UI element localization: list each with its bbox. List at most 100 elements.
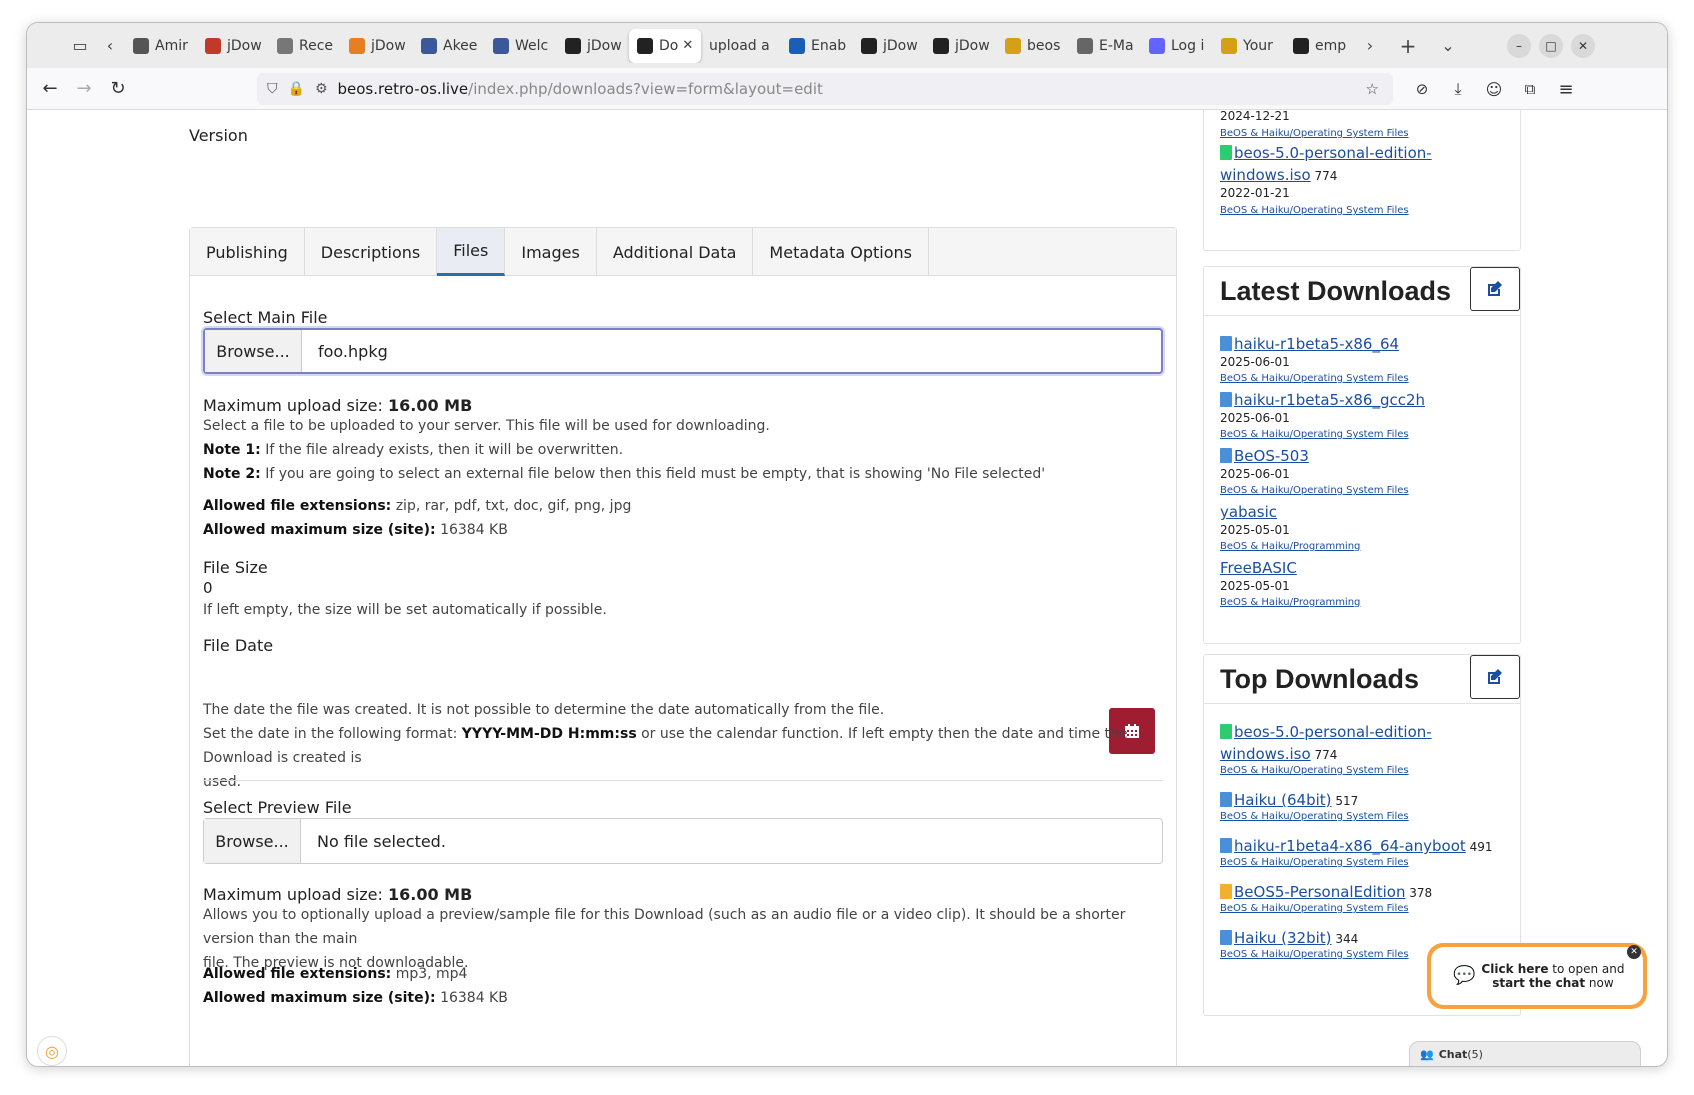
item-date: 2025-06-01 — [1220, 411, 1290, 425]
list-item: BeOS5-PersonalEdition 378 — [1220, 881, 1432, 904]
lock-icon[interactable]: 🔒 — [288, 81, 305, 97]
tab-descriptions[interactable]: Descriptions — [305, 228, 438, 276]
browser-tab[interactable]: jDow — [557, 29, 629, 63]
browser-tab[interactable]: jDow — [341, 29, 413, 63]
download-link[interactable]: windows.iso — [1220, 745, 1311, 763]
tab-label: Akee — [443, 37, 478, 54]
maximize-icon[interactable]: □ — [1539, 33, 1563, 58]
tab-favicon-icon — [1221, 37, 1237, 54]
download-link[interactable]: BeOS5-PersonalEdition — [1234, 883, 1405, 901]
item-category[interactable]: BeOS & Haiku/Operating System Files — [1220, 949, 1409, 960]
page-scrollbar[interactable] — [1667, 410, 1668, 1050]
tab-manager-icon[interactable]: ▭ — [65, 31, 95, 61]
item-category[interactable]: BeOS & Haiku/Operating System Files — [1220, 205, 1409, 216]
download-link[interactable]: beos-5.0-personal-edition- — [1234, 144, 1432, 162]
tab-additional-data[interactable]: Additional Data — [597, 228, 754, 276]
tab-metadata-options[interactable]: Metadata Options — [753, 228, 930, 276]
cookie-icon[interactable]: ◎ — [37, 1036, 67, 1066]
item-category[interactable]: BeOS & Haiku/Programming — [1220, 541, 1360, 552]
download-link[interactable]: haiku-r1beta5-x86_gcc2h — [1234, 391, 1425, 409]
item-category[interactable]: BeOS & Haiku/Operating System Files — [1220, 765, 1409, 776]
item-category[interactable]: BeOS & Haiku/Operating System Files — [1220, 903, 1409, 914]
browser-tab[interactable]: jDow — [853, 29, 925, 63]
tab-favicon-icon — [789, 37, 805, 54]
browser-tab[interactable]: Your — [1213, 29, 1285, 63]
list-tabs-icon[interactable]: ⌄ — [1433, 31, 1463, 61]
download-link[interactable]: beos-5.0-personal-edition- — [1234, 723, 1432, 741]
download-link[interactable]: Haiku (32bit) — [1234, 929, 1332, 947]
file-size-value[interactable]: 0 — [203, 576, 213, 600]
tab-publishing[interactable]: Publishing — [190, 228, 305, 276]
url-path: /index.php/downloads?view=form&layout=ed… — [468, 80, 823, 98]
chat-bar[interactable]: 👥 Chat (5) — [1409, 1041, 1641, 1066]
main-file-browse-button[interactable]: Browse... — [205, 330, 302, 372]
download-link[interactable]: haiku-r1beta4-x86_64-anyboot — [1234, 837, 1466, 855]
browser-tab[interactable]: beos — [997, 29, 1069, 63]
item-category[interactable]: BeOS & Haiku/Operating System Files — [1220, 811, 1409, 822]
new-tab-icon[interactable]: + — [1393, 31, 1423, 61]
item-category[interactable]: BeOS & Haiku/Operating System Files — [1220, 429, 1409, 440]
download-count: 774 — [1310, 169, 1338, 183]
download-link[interactable]: FreeBASIC — [1220, 559, 1297, 577]
download-count: 344 — [1331, 932, 1359, 946]
edit-icon — [1488, 669, 1502, 684]
browser-tab[interactable]: Amir — [125, 29, 197, 63]
download-link[interactable]: BeOS-503 — [1234, 447, 1309, 465]
forward-icon[interactable]: → — [67, 72, 101, 106]
browser-tab[interactable]: Welc — [485, 29, 557, 63]
item-category[interactable]: BeOS & Haiku/Operating System Files — [1220, 128, 1409, 139]
download-link[interactable]: yabasic — [1220, 503, 1277, 521]
item-category[interactable]: BeOS & Haiku/Programming — [1220, 597, 1360, 608]
close-window-icon[interactable]: ✕ — [1571, 33, 1595, 58]
browser-tab[interactable]: E-Ma — [1069, 29, 1141, 63]
preview-max-upload-value: 16.00 MB — [388, 885, 473, 904]
tab-favicon-icon — [1293, 37, 1309, 54]
preview-allowed: Allowed file extensions: mp3, mp4 Allowe… — [203, 962, 508, 1010]
download-link[interactable]: windows.iso — [1220, 166, 1311, 184]
page-content: Version Publishing Descriptions Files Im… — [27, 110, 1668, 1066]
browser-tab[interactable]: jDow — [197, 29, 269, 63]
tab-label: Do — [659, 37, 679, 54]
minimize-icon[interactable]: – — [1507, 33, 1531, 58]
url-bar[interactable]: ⛉ 🔒 ⚙ beos.retro-os.live /index.php/down… — [257, 73, 1393, 105]
browser-tab[interactable]: jDow — [925, 29, 997, 63]
chat-bubble[interactable]: 💬 Click here to open and start the chat n… — [1427, 943, 1647, 1009]
browser-tab[interactable]: Log i — [1141, 29, 1213, 63]
download-link[interactable]: haiku-r1beta5-x86_64 — [1234, 335, 1399, 353]
tab-close-icon[interactable]: ✕ — [682, 38, 693, 53]
browser-tab[interactable]: Rece — [269, 29, 341, 63]
reload-icon[interactable]: ↻ — [101, 72, 135, 106]
tab-favicon-icon — [205, 37, 221, 54]
chat-bubble-close-icon[interactable]: ✕ — [1627, 945, 1641, 959]
preview-allowed-extensions: Allowed file extensions: mp3, mp4 — [203, 962, 508, 986]
bookmark-star-icon[interactable]: ☆ — [1366, 80, 1379, 98]
browser-tab[interactable]: upload a — [701, 29, 781, 63]
account-avatar-icon[interactable]: ☺ — [1477, 72, 1511, 106]
download-link[interactable]: Haiku (64bit) — [1234, 791, 1332, 809]
menu-icon[interactable]: ≡ — [1549, 72, 1583, 106]
downloads-icon[interactable]: ⤓ — [1441, 72, 1475, 106]
browser-tab[interactable]: Akee — [413, 29, 485, 63]
scroll-tabs-right-icon[interactable]: › — [1355, 31, 1385, 61]
preview-file-input[interactable]: Browse... No file selected. — [203, 818, 1163, 864]
main-file-input[interactable]: Browse... foo.hpkg — [203, 328, 1163, 374]
item-category[interactable]: BeOS & Haiku/Operating System Files — [1220, 485, 1409, 496]
tab-files[interactable]: Files — [437, 228, 506, 276]
item-category[interactable]: BeOS & Haiku/Operating System Files — [1220, 373, 1409, 384]
browser-tab[interactable]: Do ✕ — [629, 28, 701, 63]
browser-tab[interactable]: emp — [1285, 29, 1355, 63]
edit-module-button[interactable] — [1470, 267, 1520, 311]
preview-file-browse-button[interactable]: Browse... — [204, 819, 301, 863]
shield-icon[interactable]: ⛉ — [267, 81, 278, 97]
permissions-icon[interactable]: ⚙ — [315, 81, 328, 97]
edit-module-button[interactable] — [1470, 655, 1520, 699]
tab-images[interactable]: Images — [505, 228, 597, 276]
extensions-icon[interactable]: ⧉ — [1513, 72, 1547, 106]
pocket-icon[interactable]: ⊘ — [1405, 72, 1439, 106]
back-icon[interactable]: ← — [33, 72, 67, 106]
note-1-text: If the file already exists, then it will… — [260, 442, 624, 458]
item-category[interactable]: BeOS & Haiku/Operating System Files — [1220, 857, 1409, 868]
scroll-tabs-left-icon[interactable]: ‹ — [95, 31, 125, 61]
file-date-help-2: Set the date in the following format: YY… — [203, 722, 1143, 770]
browser-tab[interactable]: Enab — [781, 29, 853, 63]
